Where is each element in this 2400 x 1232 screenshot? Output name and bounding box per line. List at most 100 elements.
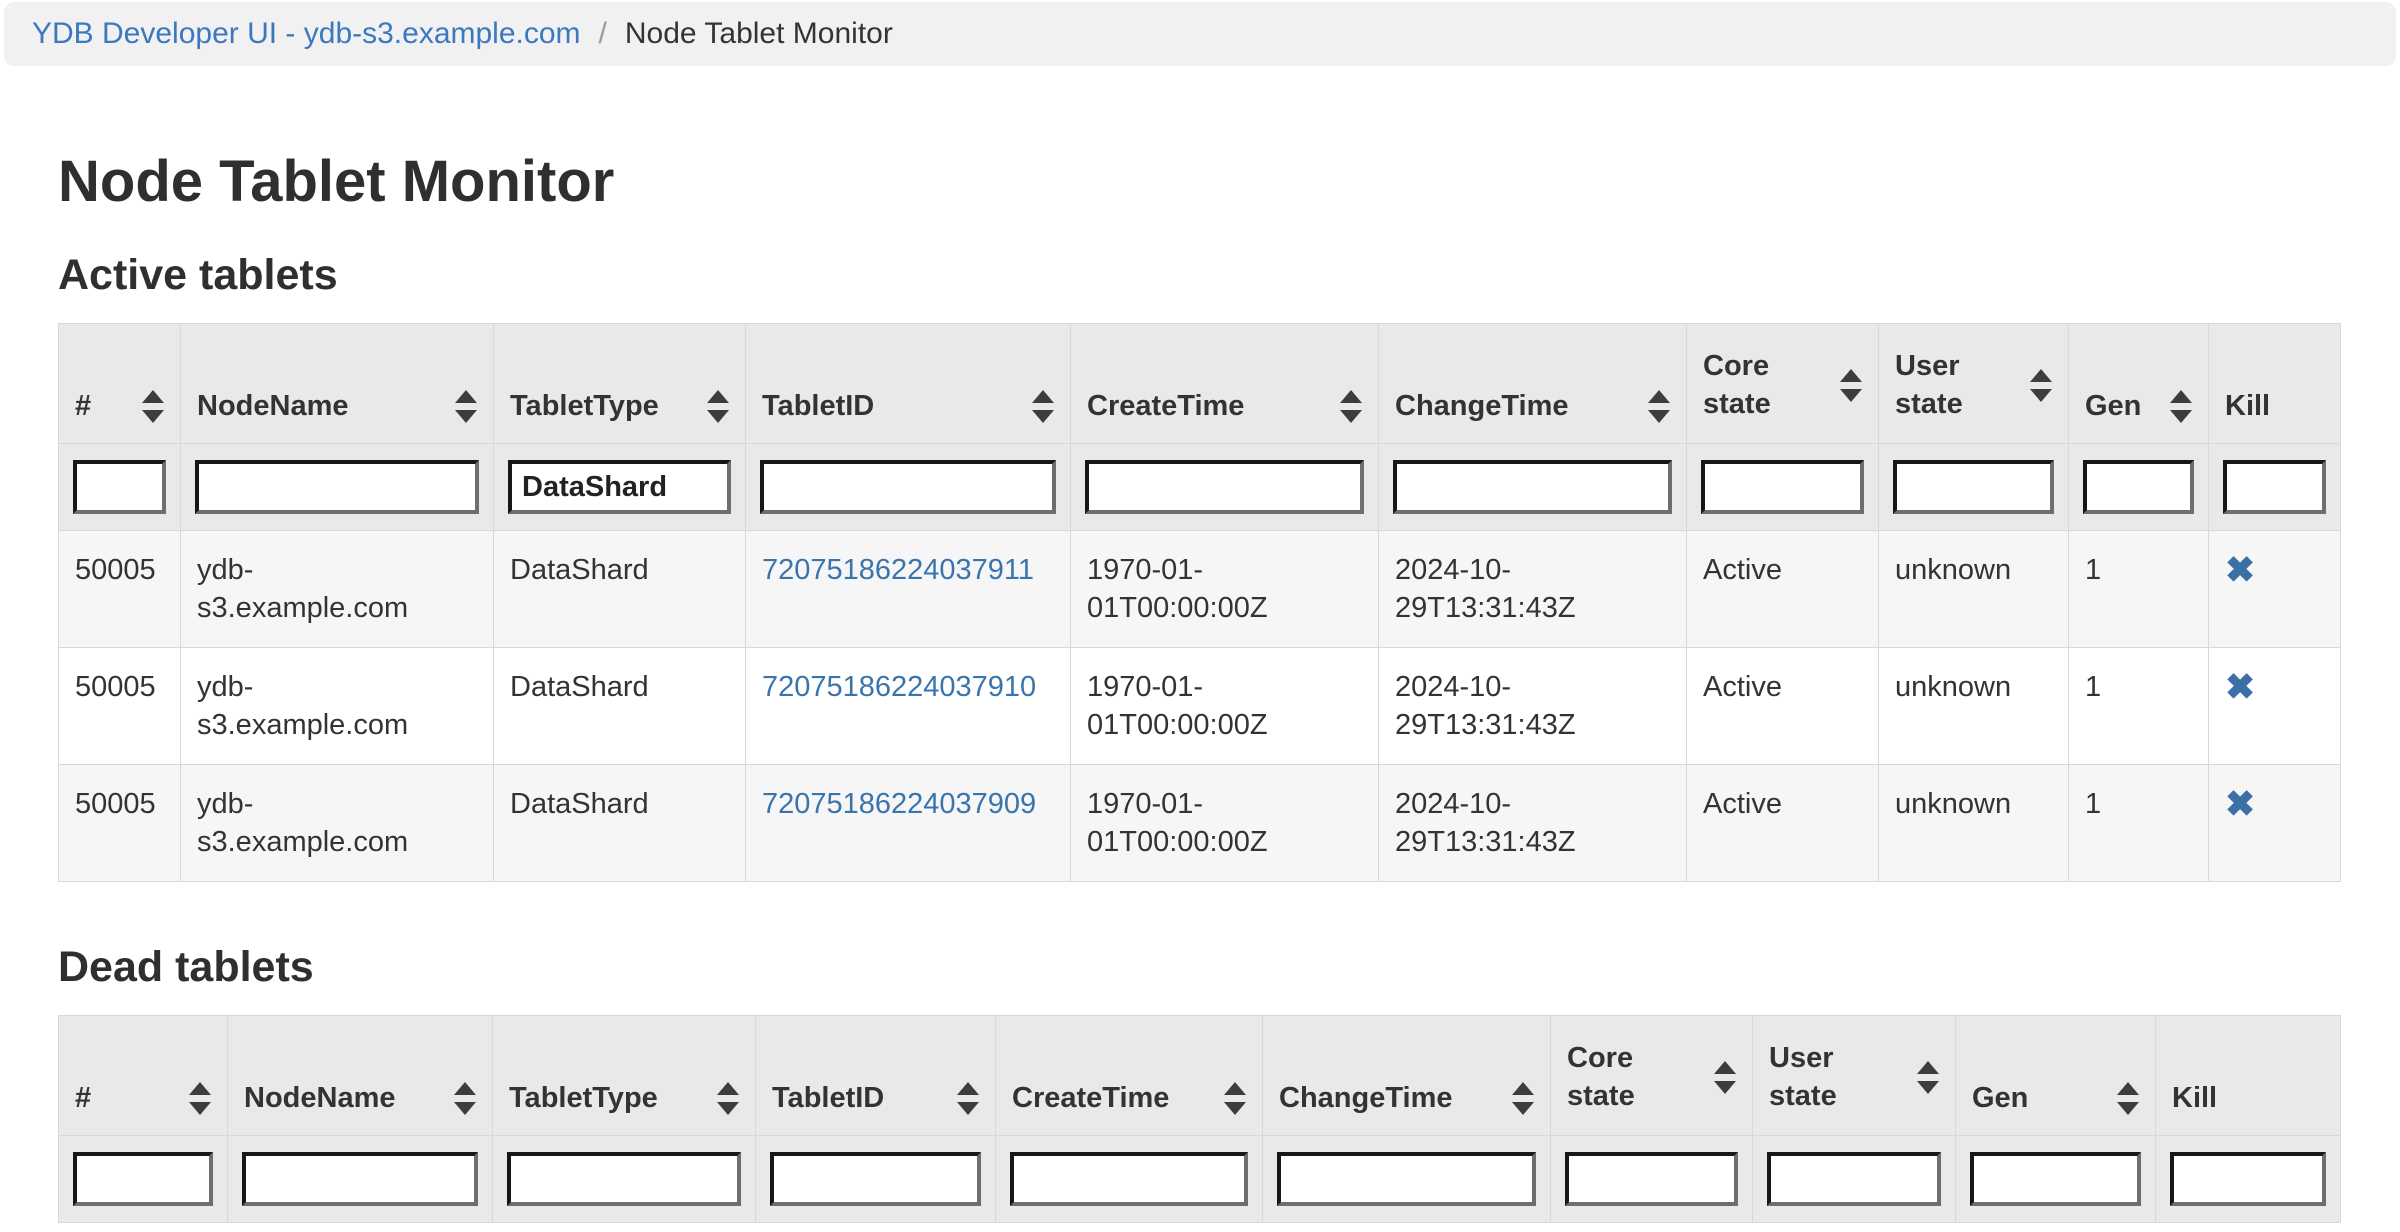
col-header-tabletid[interactable]: TabletID: [746, 324, 1071, 444]
col-header-gen-label: Gen: [1972, 1082, 2028, 1115]
dead-filter-corestate-input[interactable]: [1565, 1152, 1738, 1206]
sort-icon: [454, 1082, 476, 1115]
cell-userstate: unknown: [1879, 765, 2069, 882]
sort-icon: [1340, 390, 1362, 423]
sort-icon: [1648, 390, 1670, 423]
col-header-changetime[interactable]: ChangeTime: [1379, 324, 1687, 444]
col-header-corestate-label: Core state: [1703, 347, 1793, 423]
cell-nodename: ydb-s3.example.com: [181, 531, 494, 648]
col-header-tabletid-label: TabletID: [772, 1082, 884, 1115]
active-tablets-heading: Active tablets: [58, 252, 2342, 299]
col-header-nodename[interactable]: NodeName: [181, 324, 494, 444]
col-header-createtime[interactable]: CreateTime: [996, 1016, 1263, 1136]
sort-icon: [1917, 1061, 1939, 1094]
page-content: Node Tablet Monitor Active tablets # Nod…: [0, 150, 2400, 1223]
col-header-changetime-label: ChangeTime: [1279, 1082, 1453, 1115]
sort-icon: [1840, 369, 1862, 402]
col-header-nodename-label: NodeName: [197, 390, 349, 423]
dead-filter-gen-input[interactable]: [1970, 1152, 2141, 1206]
cell-nodename: ydb-s3.example.com: [181, 765, 494, 882]
cell-createtime: 1970-01-01T00:00:00Z: [1071, 765, 1379, 882]
sort-icon: [1512, 1082, 1534, 1115]
cell-changetime: 2024-10-29T13:31:43Z: [1379, 765, 1687, 882]
kill-icon[interactable]: ✖: [2225, 666, 2255, 707]
dead-filter-tablettype-input[interactable]: [507, 1152, 741, 1206]
breadcrumb-current: Node Tablet Monitor: [625, 17, 893, 51]
col-header-changetime[interactable]: ChangeTime: [1263, 1016, 1551, 1136]
col-header-corestate[interactable]: Core state: [1687, 324, 1879, 444]
dead-filter-userstate-input[interactable]: [1767, 1152, 1941, 1206]
cell-kill: ✖: [2209, 765, 2341, 882]
cell-num: 50005: [59, 648, 181, 765]
active-filter-kill-input[interactable]: [2223, 460, 2326, 514]
cell-tabletid: 72075186224037911: [746, 531, 1071, 648]
sort-icon: [1714, 1061, 1736, 1094]
col-header-tabletid[interactable]: TabletID: [756, 1016, 996, 1136]
active-filter-gen-input[interactable]: [2083, 460, 2194, 514]
cell-changetime: 2024-10-29T13:31:43Z: [1379, 531, 1687, 648]
breadcrumb-home-link[interactable]: YDB Developer UI - ydb-s3.example.com: [32, 17, 581, 51]
cell-gen: 1: [2069, 648, 2209, 765]
cell-tabletid: 72075186224037910: [746, 648, 1071, 765]
active-filter-userstate-input[interactable]: [1893, 460, 2054, 514]
breadcrumb-separator: /: [599, 17, 607, 51]
sort-icon: [189, 1082, 211, 1115]
table-row: 50005 ydb-s3.example.com DataShard 72075…: [59, 531, 2341, 648]
col-header-changetime-label: ChangeTime: [1395, 390, 1569, 423]
col-header-nodename-label: NodeName: [244, 1082, 396, 1115]
table-row: 50005 ydb-s3.example.com DataShard 72075…: [59, 765, 2341, 882]
dead-filter-createtime-input[interactable]: [1010, 1152, 1248, 1206]
active-filter-tabletid-input[interactable]: [760, 460, 1056, 514]
tablet-id-link[interactable]: 72075186224037911: [762, 554, 1034, 586]
dead-filter-changetime-input[interactable]: [1277, 1152, 1536, 1206]
active-filter-row: [59, 444, 2341, 531]
col-header-kill: Kill: [2209, 324, 2341, 444]
col-header-corestate-label: Core state: [1567, 1039, 1657, 1115]
cell-createtime: 1970-01-01T00:00:00Z: [1071, 531, 1379, 648]
col-header-num[interactable]: #: [59, 324, 181, 444]
col-header-corestate[interactable]: Core state: [1551, 1016, 1753, 1136]
col-header-userstate[interactable]: User state: [1879, 324, 2069, 444]
dead-filter-num-input[interactable]: [73, 1152, 213, 1206]
cell-changetime: 2024-10-29T13:31:43Z: [1379, 648, 1687, 765]
col-header-tablettype[interactable]: TabletType: [493, 1016, 756, 1136]
tablet-id-link[interactable]: 72075186224037909: [762, 788, 1036, 820]
col-header-num-label: #: [75, 390, 91, 423]
sort-icon: [455, 390, 477, 423]
sort-icon: [717, 1082, 739, 1115]
sort-icon: [707, 390, 729, 423]
cell-userstate: unknown: [1879, 531, 2069, 648]
dead-tablets-heading: Dead tablets: [58, 944, 2342, 991]
col-header-createtime-label: CreateTime: [1087, 390, 1244, 423]
tablet-id-link[interactable]: 72075186224037910: [762, 671, 1036, 703]
cell-corestate: Active: [1687, 531, 1879, 648]
sort-icon: [142, 390, 164, 423]
col-header-userstate-label: User state: [1895, 347, 1985, 423]
active-tablets-table: # NodeName TabletType TabletID CreateTim…: [58, 323, 2341, 882]
col-header-gen[interactable]: Gen: [2069, 324, 2209, 444]
col-header-tablettype[interactable]: TabletType: [494, 324, 746, 444]
col-header-createtime[interactable]: CreateTime: [1071, 324, 1379, 444]
active-filter-tablettype-input[interactable]: [508, 460, 731, 514]
active-filter-corestate-input[interactable]: [1701, 460, 1864, 514]
dead-filter-tabletid-input[interactable]: [770, 1152, 981, 1206]
cell-nodename: ydb-s3.example.com: [181, 648, 494, 765]
col-header-userstate-label: User state: [1769, 1039, 1859, 1115]
kill-icon[interactable]: ✖: [2225, 549, 2255, 590]
sort-icon: [1224, 1082, 1246, 1115]
sort-icon: [2170, 390, 2192, 423]
col-header-kill: Kill: [2156, 1016, 2341, 1136]
active-filter-num-input[interactable]: [73, 460, 166, 514]
col-header-nodename[interactable]: NodeName: [228, 1016, 493, 1136]
col-header-gen[interactable]: Gen: [1956, 1016, 2156, 1136]
col-header-tablettype-label: TabletType: [510, 390, 659, 423]
active-filter-changetime-input[interactable]: [1393, 460, 1672, 514]
kill-icon[interactable]: ✖: [2225, 783, 2255, 824]
dead-filter-nodename-input[interactable]: [242, 1152, 478, 1206]
active-filter-nodename-input[interactable]: [195, 460, 479, 514]
col-header-num[interactable]: #: [59, 1016, 228, 1136]
cell-corestate: Active: [1687, 648, 1879, 765]
col-header-userstate[interactable]: User state: [1753, 1016, 1956, 1136]
dead-filter-kill-input[interactable]: [2170, 1152, 2326, 1206]
active-filter-createtime-input[interactable]: [1085, 460, 1364, 514]
